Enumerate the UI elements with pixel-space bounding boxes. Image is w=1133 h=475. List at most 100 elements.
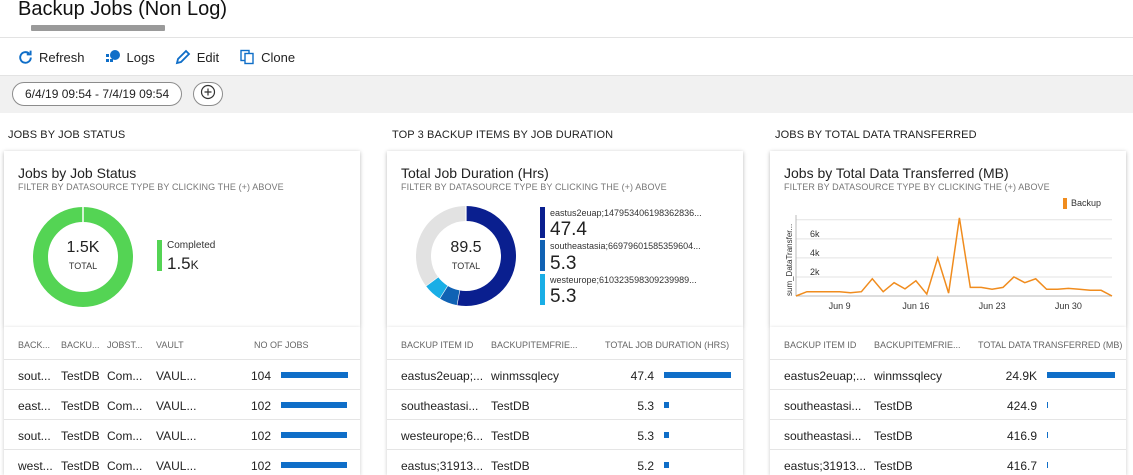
table-row[interactable]: eastus2euap;... winmssqlecy 24.9K: [770, 359, 1126, 389]
data-bar: [664, 432, 669, 438]
column-header[interactable]: BACK...: [18, 340, 50, 350]
card-data-transferred[interactable]: Jobs by Total Data Transferred (MB) FILT…: [770, 151, 1126, 327]
column-header[interactable]: BACKUP ITEM ID: [784, 340, 856, 350]
cell-data-transferred: 416.9: [1006, 429, 1037, 443]
table-header: BACKUP ITEM ID BACKUPITEMFRIE... TOTAL D…: [770, 337, 1126, 355]
table-row[interactable]: eastus2euap;... winmssqlecy 47.4: [387, 359, 743, 389]
x-tick-label: Jun 30: [1055, 301, 1082, 311]
section-label-job-duration: TOP 3 BACKUP ITEMS BY JOB DURATION: [392, 129, 614, 141]
edit-label: Edit: [196, 49, 220, 65]
series-line-backup: [795, 217, 1113, 297]
filter-bar: 6/4/19 09:54 - 7/4/19 09:54: [0, 75, 1133, 113]
cell-job-status: Com...: [107, 369, 143, 383]
pencil-icon: [174, 48, 192, 66]
cell-job-count: 102: [250, 399, 271, 413]
column-header[interactable]: BACKUPITEMFRIE...: [874, 340, 961, 350]
cell-backup-item: westeurope;6...: [401, 429, 484, 443]
cell-data-transferred: 424.9: [1006, 399, 1037, 413]
cell-backup-item: eastus2euap;...: [784, 369, 867, 383]
legend-label-backup: Backup: [1071, 198, 1102, 208]
legend-swatch-backup: [1063, 198, 1067, 209]
column-header[interactable]: BACKUP ITEM ID: [401, 340, 473, 350]
logs-button[interactable]: Logs: [104, 48, 155, 66]
column-header[interactable]: BACKUPITEMFRIE...: [491, 340, 578, 350]
cell-friendly-name: TestDB: [61, 399, 100, 413]
donut-chart-job-status[interactable]: [32, 206, 134, 308]
card-job-status[interactable]: Jobs by Job Status FILTER BY DATASOURCE …: [4, 151, 360, 327]
table-row[interactable]: eastus;31913... TestDB 5.2: [387, 449, 743, 475]
cell-backup-item: eastus2euap;...: [401, 369, 484, 383]
table-row[interactable]: westeurope;6... TestDB 5.3: [387, 419, 743, 449]
legend-label-southeastasia: southeastasia;66979601585359604...: [550, 241, 701, 251]
donut-slice: [439, 285, 460, 306]
table-row[interactable]: southeastasi... TestDB 5.3: [387, 389, 743, 419]
table-row[interactable]: southeastasi... TestDB 424.9: [770, 389, 1126, 419]
donut-center-value: 89.5: [450, 239, 482, 256]
toolbar: Refresh Logs Edit Clone: [0, 44, 295, 70]
data-bar: [1047, 372, 1115, 378]
cell-friendly-name: TestDB: [61, 429, 100, 443]
legend-value-westeurope: 5.3: [550, 286, 577, 307]
cell-duration: 5.3: [637, 399, 654, 413]
clone-button[interactable]: Clone: [238, 48, 295, 66]
card-job-duration[interactable]: Total Job Duration (Hrs) FILTER BY DATAS…: [387, 151, 743, 327]
cell-friendly-name: winmssqlecy: [874, 369, 943, 383]
refresh-button[interactable]: Refresh: [16, 48, 85, 66]
legend-swatch-southeastasia: [540, 240, 545, 271]
card-subtitle: FILTER BY DATASOURCE TYPE BY CLICKING TH…: [401, 182, 667, 192]
cell-friendly-name: winmssqlecy: [491, 369, 560, 383]
table-row[interactable]: sout... TestDB Com... VAUL... 104: [4, 359, 360, 389]
table-row[interactable]: east... TestDB Com... VAUL... 102: [4, 389, 360, 419]
table-header: BACK... BACKU... JOBST... VAULT NO OF JO…: [4, 337, 360, 355]
column-header[interactable]: TOTAL DATA TRANSFERRED (MB): [978, 340, 1122, 350]
column-header[interactable]: VAULT: [156, 340, 184, 350]
column-header[interactable]: JOBST...: [107, 340, 143, 350]
cell-backup-item: sout...: [18, 429, 51, 443]
legend-swatch-completed: [157, 240, 162, 271]
table-header: BACKUP ITEM ID BACKUPITEMFRIE... TOTAL J…: [387, 337, 743, 355]
logs-label: Logs: [126, 49, 155, 65]
card-subtitle: FILTER BY DATASOURCE TYPE BY CLICKING TH…: [784, 182, 1050, 192]
cell-friendly-name: TestDB: [61, 369, 100, 383]
cell-backup-item: east...: [18, 399, 51, 413]
clone-icon: [238, 48, 256, 66]
data-bar: [281, 402, 347, 408]
table-row[interactable]: eastus;31913... TestDB 416.7: [770, 449, 1126, 475]
add-filter-button[interactable]: [193, 82, 223, 106]
donut-center-label: TOTAL: [68, 261, 98, 271]
legend-label-westeurope: westeurope;610323598309239989...: [550, 275, 697, 285]
data-bar: [1047, 402, 1048, 408]
edit-button[interactable]: Edit: [174, 48, 219, 66]
x-tick-label: Jun 23: [979, 301, 1006, 311]
plus-circle-icon: [200, 84, 216, 105]
column-header[interactable]: TOTAL JOB DURATION (HRS): [605, 340, 729, 350]
cell-friendly-name: TestDB: [874, 429, 913, 443]
table-row[interactable]: sout... TestDB Com... VAUL... 102: [4, 419, 360, 449]
y-tick-label: 2k: [810, 267, 820, 277]
cell-vault: VAUL...: [156, 399, 197, 413]
table-row[interactable]: southeastasi... TestDB 416.9: [770, 419, 1126, 449]
cell-job-count: 102: [250, 459, 271, 473]
cell-friendly-name: TestDB: [874, 459, 913, 473]
donut-center-label: TOTAL: [451, 261, 481, 271]
date-range-filter[interactable]: 6/4/19 09:54 - 7/4/19 09:54: [12, 82, 183, 106]
legend-label-eastus2euap: eastus2euap;147953406198362836...: [550, 208, 702, 218]
refresh-icon: [16, 48, 34, 66]
card-title: Jobs by Job Status: [18, 165, 137, 181]
y-tick-label: 4k: [810, 248, 820, 258]
table-data-transferred: BACKUP ITEM ID BACKUPITEMFRIE... TOTAL D…: [770, 327, 1126, 475]
legend-swatch-eastus2euap: [540, 207, 545, 238]
cell-job-status: Com...: [107, 459, 143, 473]
section-label-job-status: JOBS BY JOB STATUS: [8, 129, 126, 141]
cell-job-status: Com...: [107, 399, 143, 413]
legend-value-completed: 1.5K: [167, 254, 199, 273]
card-title: Jobs by Total Data Transferred (MB): [784, 165, 1009, 181]
data-bar: [664, 372, 731, 378]
legend-value-eastus2euap: 47.4: [550, 219, 587, 240]
line-chart-data-transferred[interactable]: 2k 4k 6k Jun 9 Jun 16 Jun 23 Jun 30 sum_DataTra…: [770, 209, 1126, 319]
cell-friendly-name: TestDB: [491, 459, 530, 473]
column-header[interactable]: NO OF JOBS: [254, 340, 309, 350]
refresh-label: Refresh: [39, 49, 85, 65]
table-row[interactable]: west... TestDB Com... VAUL... 102: [4, 449, 360, 475]
column-header[interactable]: BACKU...: [61, 340, 100, 350]
